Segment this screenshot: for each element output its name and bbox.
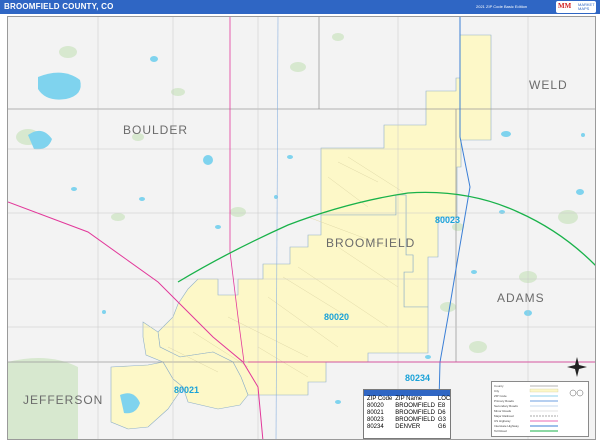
zip-table-cell: BROOMFIELD [395, 417, 435, 423]
zip-label-80020: 80020 [324, 312, 350, 322]
zip-table-cell: E8 [437, 403, 446, 409]
north-arrow-icon [567, 357, 587, 377]
zip-table-row: 80234 DENVER G6 [364, 424, 450, 431]
zip-table-cell: 80023 [367, 417, 384, 423]
zip-table: ZIP Code ZIP Name LOC 80020 BROOMFIELD E… [364, 396, 450, 431]
map-svg [8, 17, 595, 439]
map-legend: County City ZIP Code Primary Roads Secon… [491, 381, 589, 437]
logo-sub: MARKET MAPS [578, 2, 595, 11]
legend-item: Secondary Roads [494, 404, 518, 408]
zip-table-row: 80021 BROOMFIELD D6 [364, 410, 450, 417]
county-label-adams: ADAMS [497, 291, 545, 305]
zip-table-cell: 80020 [367, 403, 384, 409]
market-maps-logo: MM MARKET MAPS [556, 1, 596, 13]
zip-label-80021: 80021 [174, 385, 200, 395]
zip-table-col-header: ZIP Name [395, 396, 423, 402]
zip-code-table: ZIP Code ZIP Name LOC 80020 BROOMFIELD E… [363, 389, 451, 439]
title-bar: BROOMFIELD COUNTY, CO 2021 ZIP Code Basi… [0, 0, 600, 14]
logo-main: MM [558, 2, 572, 10]
zip-table-row: 80020 BROOMFIELD E8 [364, 403, 450, 410]
zip-table-cell: D6 [437, 410, 446, 416]
legend-item: Primary Roads [494, 399, 514, 403]
map-canvas[interactable]: BOULDER WELD BROOMFIELD ADAMS JEFFERSON … [7, 16, 596, 440]
zip-table-cell: 80234 [367, 424, 384, 430]
zip-table-cell: G3 [437, 417, 446, 423]
county-label-jefferson: JEFFERSON [23, 393, 104, 407]
zip-table-cell: 80021 [367, 410, 384, 416]
legend-swatches [529, 385, 584, 432]
zip-table-head-row: ZIP Code ZIP Name LOC [364, 396, 450, 403]
zip-table-col-header: ZIP Code [367, 396, 393, 402]
zip-table-cell: BROOMFIELD [395, 403, 435, 409]
county-label-broomfield: BROOMFIELD [326, 236, 416, 250]
zip-table-col-header: LOC [437, 396, 451, 402]
legend-item: US Highway [494, 419, 511, 423]
legend-item: City [494, 389, 500, 393]
zip-label-80023: 80023 [435, 215, 461, 225]
county-label-weld: WELD [529, 78, 568, 92]
legend-item: ZIP Code [494, 394, 507, 398]
zip-table-cell: DENVER [395, 424, 421, 430]
county-label-boulder: BOULDER [123, 123, 189, 137]
map-title: BROOMFIELD COUNTY, CO [4, 2, 114, 11]
legend-item: County [494, 384, 504, 388]
zip-label-80234: 80234 [405, 373, 431, 383]
legend-item: Major Railroad [494, 414, 514, 418]
zip-table-cell: BROOMFIELD [395, 410, 435, 416]
edition-label: 2021 ZIP Code Basic Edition [476, 4, 528, 9]
zip-table-cell: G6 [437, 424, 446, 430]
legend-item: Minor Roads [494, 409, 512, 413]
legend-item: Interstate Highway [494, 424, 519, 428]
zip-table-row: 80023 BROOMFIELD G3 [364, 417, 450, 424]
legend-item: Toll Road [494, 429, 507, 433]
